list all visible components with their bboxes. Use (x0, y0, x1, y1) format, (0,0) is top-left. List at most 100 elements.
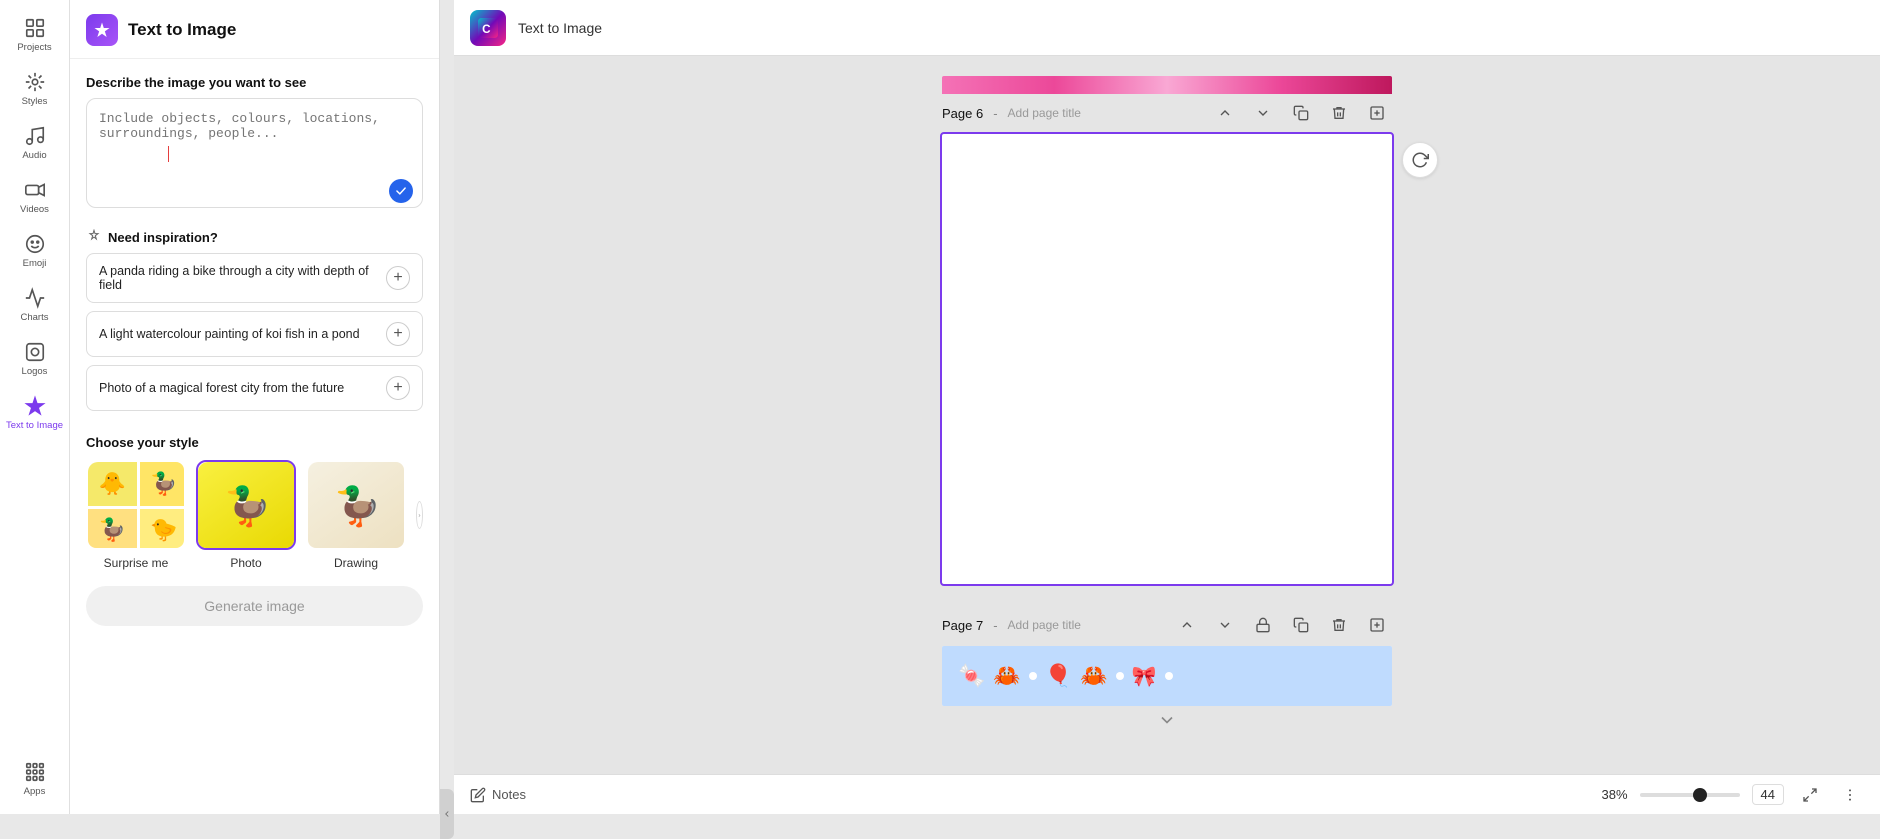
suggestion-item-1[interactable]: A light watercolour painting of koi fish… (86, 311, 423, 357)
sidebar-item-text-to-image[interactable]: Text to Image (0, 387, 69, 439)
page7-move-up-button[interactable] (1172, 610, 1202, 640)
sidebar-item-logos[interactable]: Logos (0, 333, 69, 385)
describe-label: Describe the image you want to see (86, 75, 423, 90)
page6-add-title[interactable]: Add page title (1008, 106, 1081, 120)
sidebar-item-emoji[interactable]: Emoji (0, 225, 69, 277)
page6-toolbar: Page 6 - Add page title (942, 92, 1392, 134)
collapse-panel-handle[interactable] (440, 789, 454, 839)
plus-square-icon-p7 (1369, 617, 1385, 633)
chart-icon (24, 287, 46, 309)
video-icon (24, 179, 46, 201)
page7-add-button[interactable] (1362, 610, 1392, 640)
page7-number: Page 7 (942, 618, 983, 633)
style-section: Choose your style 🐥 🦆 🦆 🐤 Surprise me (86, 435, 423, 570)
page7-copy-button[interactable] (1286, 610, 1316, 640)
page6-canvas[interactable] (942, 134, 1392, 584)
style-surprise-label: Surprise me (104, 556, 169, 570)
suggestion-item-2[interactable]: Photo of a magical forest city from the … (86, 365, 423, 411)
page7-add-title[interactable]: Add page title (1008, 618, 1081, 632)
duck-cell-1: 🐥 (88, 462, 137, 506)
trash-icon (1331, 105, 1347, 121)
page6-copy-button[interactable] (1286, 98, 1316, 128)
apps-icon (24, 761, 46, 783)
inspiration-sparkle-icon (86, 229, 102, 245)
inspiration-label: Need inspiration? (108, 230, 218, 245)
sidebar-item-projects[interactable]: Projects (0, 9, 69, 61)
logo-icon (24, 341, 46, 363)
canvas-area[interactable]: Page 6 - Add page title (454, 56, 1880, 774)
sidebar-left: Projects Styles Audio Videos Emoji Chart… (0, 0, 70, 814)
zoom-thumb (1693, 788, 1707, 802)
chevron-up-icon-p7 (1179, 617, 1195, 633)
chevron-left-icon (442, 809, 452, 819)
sidebar-item-text-to-image-label: Text to Image (6, 420, 63, 431)
style-grid: 🐥 🦆 🦆 🐤 Surprise me 🦆 Photo (86, 460, 423, 570)
page7-delete-button[interactable] (1324, 610, 1354, 640)
page7-lock-button[interactable] (1248, 610, 1278, 640)
sidebar-item-styles-label: Styles (22, 96, 48, 107)
sidebar-item-emoji-label: Emoji (23, 258, 47, 269)
zoom-slider[interactable] (1640, 793, 1740, 797)
prompt-wrapper (86, 98, 423, 213)
prompt-textarea[interactable] (86, 98, 423, 208)
sidebar-item-styles[interactable]: Styles (0, 63, 69, 115)
notes-button[interactable]: Notes (470, 787, 526, 803)
more-icon (1842, 787, 1858, 803)
chevron-down-icon (1255, 105, 1271, 121)
panel: Text to Image Describe the image you wan… (70, 0, 440, 814)
sidebar-item-videos[interactable]: Videos (0, 171, 69, 223)
page6-move-up-button[interactable] (1210, 98, 1240, 128)
more-options-button[interactable] (1836, 781, 1864, 809)
sparkle-active-icon (24, 395, 46, 417)
page6-refresh-button[interactable] (1402, 142, 1438, 178)
fullscreen-button[interactable] (1796, 781, 1824, 809)
svg-text:C: C (482, 23, 491, 36)
music-icon (24, 125, 46, 147)
sidebar-item-audio[interactable]: Audio (0, 117, 69, 169)
style-card-drawing[interactable]: 🦆 Drawing (306, 460, 406, 570)
suggestion-add-2[interactable]: + (386, 376, 410, 400)
copy-icon (1293, 105, 1309, 121)
style-next-button[interactable] (416, 501, 423, 529)
chevron-down-icon-p7 (1217, 617, 1233, 633)
plus-square-icon (1369, 105, 1385, 121)
emoji-icon (24, 233, 46, 255)
refresh-icon (1411, 151, 1429, 169)
style-surprise-wrapper: 🐥 🦆 🦆 🐤 (86, 460, 186, 550)
sidebar-item-apps-label: Apps (24, 786, 46, 797)
suggestion-text-2: Photo of a magical forest city from the … (99, 381, 344, 395)
copy-icon-p7 (1293, 617, 1309, 633)
page6-container: Page 6 - Add page title (942, 92, 1392, 584)
sidebar-item-logos-label: Logos (22, 366, 48, 377)
page7-move-down-button[interactable] (1210, 610, 1240, 640)
style-photo-duck: 🦆 (198, 462, 296, 550)
sidebar-item-charts[interactable]: Charts (0, 279, 69, 331)
page7-canvas[interactable]: 🍬 🦀 🎈 🦀 🎀 (942, 646, 1392, 706)
sidebar-item-apps[interactable]: Apps (0, 753, 69, 805)
suggestion-text-0: A panda riding a bike through a city wit… (99, 264, 386, 292)
suggestion-add-1[interactable]: + (386, 322, 410, 346)
top-bar-title: Text to Image (518, 20, 602, 36)
suggestion-item-0[interactable]: A panda riding a bike through a city wit… (86, 253, 423, 303)
panel-body: Describe the image you want to see Need … (70, 59, 439, 642)
style-card-surprise[interactable]: 🐥 🦆 🦆 🐤 Surprise me (86, 460, 186, 570)
page6-move-down-button[interactable] (1248, 98, 1278, 128)
style-card-photo[interactable]: 🦆 Photo (196, 460, 296, 570)
page-expand-icon[interactable] (1157, 710, 1177, 730)
panel-title: Text to Image (128, 20, 236, 40)
style-drawing-wrapper: 🦆 (306, 460, 406, 550)
page6-delete-button[interactable] (1324, 98, 1354, 128)
check-icon (394, 184, 408, 198)
style-photo-label: Photo (230, 556, 261, 570)
prompt-check-button[interactable] (389, 179, 413, 203)
inspiration-section: Need inspiration? A panda riding a bike … (86, 229, 423, 419)
generate-image-button[interactable]: Generate image (86, 586, 423, 626)
page6-number: Page 6 (942, 106, 983, 121)
top-bar: C Text to Image (454, 0, 1880, 56)
panel-sparkle-icon (93, 21, 111, 39)
page7-strip: 🍬 🦀 🎈 🦀 🎀 (942, 646, 1392, 706)
page6-add-button[interactable] (1362, 98, 1392, 128)
duck-cell-2: 🦆 (140, 462, 187, 506)
page7-toolbar: Page 7 - Add page title (942, 604, 1392, 646)
suggestion-add-0[interactable]: + (386, 266, 410, 290)
